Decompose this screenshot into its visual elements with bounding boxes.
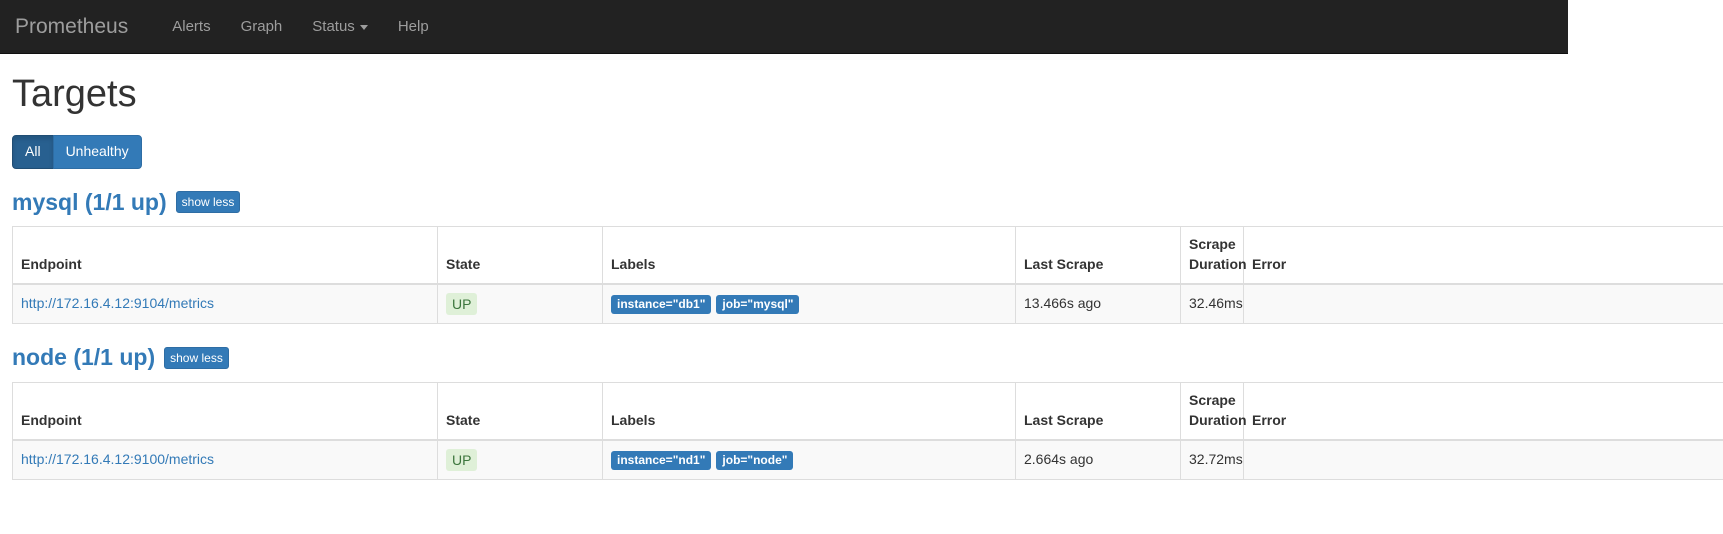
column-header-error: Error [1243, 381, 1723, 441]
targets-table-mysql: Endpoint State Labels Last Scrape Scrape… [12, 226, 1723, 325]
toggle-targets-button-mysql[interactable]: show less [175, 191, 241, 214]
brand-link[interactable]: Prometheus [10, 16, 143, 37]
nav-item-label: Graph [240, 18, 283, 35]
cell-endpoint: http://172.16.4.12:9104/metrics [12, 283, 438, 325]
label-pill-job[interactable]: job="node" [716, 450, 794, 470]
column-header-endpoint: Endpoint [12, 381, 438, 441]
column-header-last-scrape: Last Scrape [1015, 381, 1181, 441]
filter-all-button[interactable]: All [12, 134, 54, 169]
table-body: http://172.16.4.12:9100/metrics UP insta… [12, 439, 1723, 480]
page-title: Targets [12, 73, 137, 115]
column-header-scrape-duration: Scrape Duration [1180, 226, 1247, 286]
column-header-last-scrape: Last Scrape [1015, 226, 1181, 286]
table-header-row: Endpoint State Labels Last Scrape Scrape… [12, 381, 1723, 441]
cell-scrape-duration: 32.72ms [1180, 439, 1244, 480]
chevron-down-icon [359, 24, 368, 30]
cell-scrape-duration: 32.46ms [1180, 283, 1244, 325]
nav-item-label: Help [397, 18, 429, 35]
status-badge: UP [446, 448, 478, 471]
nav-item-help[interactable]: Help [383, 1, 444, 52]
cell-last-scrape: 2.664s ago [1015, 439, 1181, 480]
cell-labels: instance="db1" job="mysql" [602, 283, 1016, 325]
cell-state: UP [437, 283, 603, 325]
table-header-row: Endpoint State Labels Last Scrape Scrape… [12, 226, 1723, 286]
table-row: http://172.16.4.12:9100/metrics UP insta… [12, 439, 1723, 480]
job-title-node[interactable]: node (1/1 up) [12, 344, 155, 372]
targets-table-node: Endpoint State Labels Last Scrape Scrape… [12, 381, 1723, 480]
endpoint-link[interactable]: http://172.16.4.12:9100/metrics [21, 451, 214, 467]
cell-last-scrape: 13.466s ago [1015, 283, 1181, 325]
nav-links: Alerts Graph Status Help [157, 1, 443, 52]
job-title-mysql[interactable]: mysql (1/1 up) [12, 189, 167, 217]
job-section-node: node (1/1 up) show less Endpoint State L… [12, 344, 1723, 480]
label-pill-instance[interactable]: instance="db1" [611, 295, 712, 315]
table-head: Endpoint State Labels Last Scrape Scrape… [12, 226, 1723, 286]
filter-unhealthy-button[interactable]: Unhealthy [52, 134, 142, 169]
column-header-state: State [437, 226, 603, 286]
column-header-labels: Labels [602, 226, 1016, 286]
endpoint-link[interactable]: http://172.16.4.12:9104/metrics [21, 295, 214, 311]
nav-item-label: Status [312, 18, 355, 35]
page-container: Targets All Unhealthy mysql (1/1 up) sho… [0, 73, 1723, 480]
cell-error [1243, 439, 1723, 480]
label-pill-instance[interactable]: instance="nd1" [611, 450, 712, 470]
cell-state: UP [437, 439, 603, 480]
toggle-targets-button-node[interactable]: show less [164, 347, 229, 369]
label-pill-job[interactable]: job="mysql" [716, 295, 800, 315]
nav-item-status[interactable]: Status [297, 1, 383, 52]
status-badge: UP [446, 293, 478, 316]
nav-item-label: Alerts [172, 18, 211, 35]
nav-item-alerts[interactable]: Alerts [157, 1, 225, 52]
column-header-scrape-duration: Scrape Duration [1180, 381, 1247, 441]
table-body: http://172.16.4.12:9104/metrics UP insta… [12, 283, 1723, 325]
job-heading: mysql (1/1 up) show less [12, 189, 1711, 217]
cell-labels: instance="nd1" job="node" [602, 439, 1016, 480]
table-head: Endpoint State Labels Last Scrape Scrape… [12, 381, 1723, 441]
cell-error [1243, 283, 1723, 325]
column-header-endpoint: Endpoint [12, 226, 438, 286]
top-navbar: Prometheus Alerts Graph Status Help [0, 0, 1568, 54]
cell-endpoint: http://172.16.4.12:9100/metrics [12, 439, 438, 480]
table-row: http://172.16.4.12:9104/metrics UP insta… [12, 283, 1723, 325]
column-header-state: State [437, 381, 603, 441]
job-section-mysql: mysql (1/1 up) show less Endpoint State … [12, 189, 1723, 325]
column-header-labels: Labels [602, 381, 1016, 441]
nav-item-graph[interactable]: Graph [226, 1, 298, 52]
job-heading: node (1/1 up) show less [12, 344, 1711, 372]
target-filter-group: All Unhealthy [12, 134, 142, 169]
column-header-error: Error [1243, 226, 1723, 286]
